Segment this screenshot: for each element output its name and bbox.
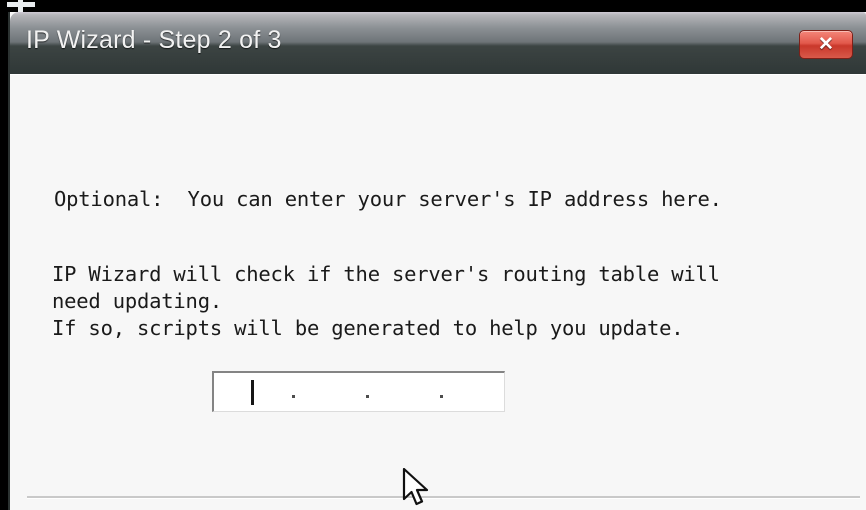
description-line-2: need updating. [52, 289, 222, 313]
ip-separator-dot [366, 395, 369, 398]
button-bar-separator [27, 496, 860, 499]
window-title: IP Wizard - Step 2 of 3 [26, 26, 282, 54]
ip-wizard-dialog: IP Wizard - Step 2 of 3 ✕ Optional: You … [8, 12, 866, 510]
description-line-1: IP Wizard will check if the server's rou… [52, 262, 720, 286]
crosshair-horizontal-bar [7, 2, 35, 7]
title-bar[interactable]: IP Wizard - Step 2 of 3 ✕ [10, 12, 866, 74]
close-icon: ✕ [818, 34, 834, 55]
description-line-3: If so, scripts will be generated to help… [52, 316, 684, 340]
desktop-background: IP Wizard - Step 2 of 3 ✕ Optional: You … [0, 0, 866, 510]
ip-address-input[interactable] [212, 371, 505, 412]
text-caret [251, 380, 254, 405]
ip-separator-dot [292, 395, 295, 398]
optional-intro-text: Optional: You can enter your server's IP… [54, 187, 722, 211]
ip-separator-dot [440, 395, 443, 398]
dialog-client-area: Optional: You can enter your server's IP… [10, 74, 866, 510]
close-button[interactable]: ✕ [799, 30, 853, 59]
